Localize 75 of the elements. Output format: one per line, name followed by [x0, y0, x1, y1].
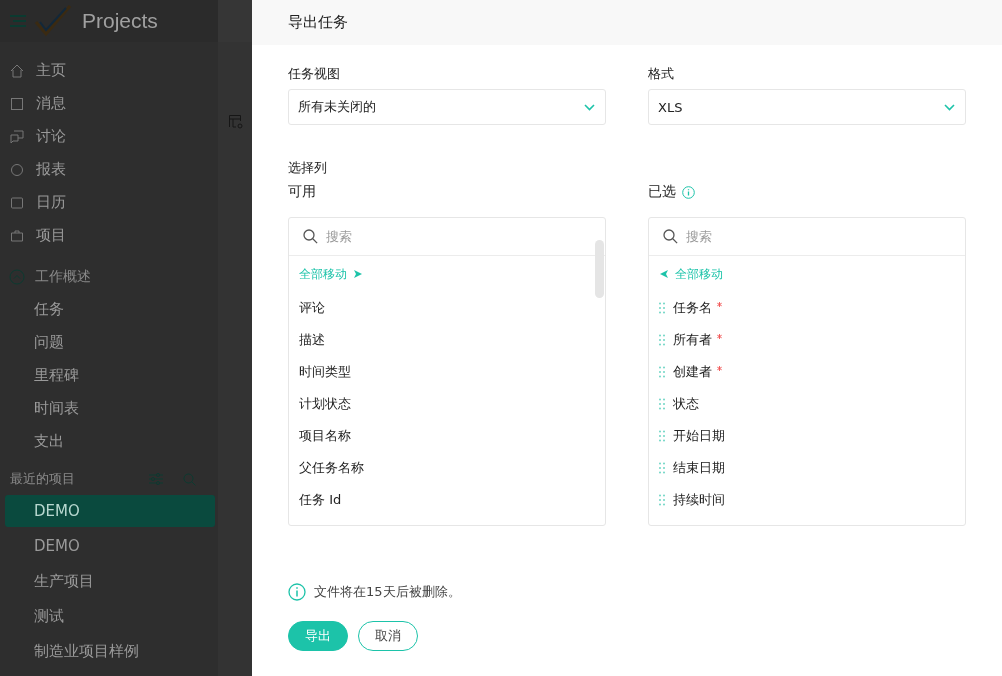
column-option[interactable]: 父任务名称 [289, 452, 605, 484]
drag-handle-icon[interactable] [659, 366, 665, 378]
task-view-dropdown[interactable]: 所有未关闭的 [288, 89, 606, 125]
info-icon[interactable] [682, 185, 695, 199]
field-label: 格式 [648, 65, 675, 83]
table-settings-icon[interactable] [228, 114, 244, 130]
home-icon [10, 63, 24, 78]
nav-item[interactable]: 里程碑 [0, 359, 218, 392]
info-icon [288, 583, 306, 601]
column-option[interactable]: 任务 Id [289, 484, 605, 516]
project-item[interactable]: 测试 [5, 600, 215, 632]
selected-column[interactable]: 所有者 [649, 324, 965, 356]
section-toggle[interactable]: 工作概述 [0, 260, 218, 293]
nav-item[interactable]: 报表 [0, 153, 218, 186]
selected-column[interactable]: 持续时间 [649, 484, 965, 516]
briefcase-icon [10, 228, 24, 243]
drag-handle-icon[interactable] [659, 494, 665, 506]
column-name: 结束日期 [673, 459, 725, 477]
search-icon [303, 229, 318, 244]
drag-handle-icon[interactable] [659, 334, 665, 346]
column-option[interactable]: 评论 [289, 292, 605, 324]
app-name: Projects [82, 9, 158, 33]
chevron-circle-icon [9, 268, 25, 285]
search-icon [663, 229, 678, 244]
column-option[interactable]: 项目名称 [289, 420, 605, 452]
selected-column[interactable]: 结束日期 [649, 452, 965, 484]
selected-column[interactable]: 创建者 [649, 356, 965, 388]
nav-item[interactable]: 主页 [0, 54, 218, 87]
drag-handle-icon[interactable] [659, 302, 665, 314]
nav-item[interactable]: 支出 [0, 425, 218, 458]
chevron-down-icon [944, 103, 955, 111]
column-name: 状态 [673, 395, 699, 413]
field-label: 任务视图 [288, 65, 341, 83]
drag-handle-icon[interactable] [659, 430, 665, 442]
column-name: 所有者 [673, 331, 712, 349]
list-label: 可用 [288, 183, 317, 201]
column-option[interactable]: 时间类型 [289, 356, 605, 388]
column-name: 创建者 [673, 363, 712, 381]
arrow-left-icon [659, 269, 669, 279]
column-option[interactable]: 计划状态 [289, 388, 605, 420]
nav-item[interactable]: 消息 [0, 87, 218, 120]
column-name: 持续时间 [673, 491, 725, 509]
scrollbar-thumb[interactable] [595, 240, 604, 298]
section-label: 最近的项目 [10, 470, 75, 488]
drag-handle-icon[interactable] [659, 462, 665, 474]
nav-item[interactable]: 问题 [0, 326, 218, 359]
drag-handle-icon[interactable] [659, 398, 665, 410]
arrow-right-icon [353, 269, 363, 279]
checkmark-logo-icon [34, 4, 74, 38]
filter-icon[interactable] [149, 473, 163, 485]
selected-column[interactable]: 开始日期 [649, 420, 965, 452]
nav-item[interactable]: 时间表 [0, 392, 218, 425]
list-label: 已选 [648, 183, 676, 201]
cancel-button[interactable]: 取消 [358, 621, 418, 651]
nav-item[interactable]: 讨论 [0, 120, 218, 153]
column-name: 开始日期 [673, 427, 725, 445]
project-item[interactable]: DEMO [5, 495, 215, 527]
chat-icon [10, 129, 24, 144]
selected-column[interactable]: 任务名 [649, 292, 965, 324]
chevron-down-icon [584, 103, 595, 111]
column-name: 任务名 [673, 299, 712, 317]
format-dropdown[interactable]: XLS [648, 89, 966, 125]
note-text: 文件将在15天后被删除。 [314, 583, 461, 601]
project-item[interactable]: 制造业项目样例 [5, 635, 215, 667]
search-icon[interactable] [183, 472, 196, 486]
column-option[interactable]: 描述 [289, 324, 605, 356]
nav-item[interactable]: 日历 [0, 186, 218, 219]
menu-icon[interactable] [10, 15, 26, 27]
selected-column[interactable]: 状态 [649, 388, 965, 420]
nav-item[interactable]: 任务 [0, 293, 218, 326]
section-label: 选择列 [288, 159, 328, 177]
project-item[interactable]: DEMO [5, 530, 215, 562]
project-item[interactable]: 生产项目 [5, 565, 215, 597]
dialog-title: 导出任务 [288, 13, 348, 32]
nav-item[interactable]: 项目 [0, 219, 218, 252]
